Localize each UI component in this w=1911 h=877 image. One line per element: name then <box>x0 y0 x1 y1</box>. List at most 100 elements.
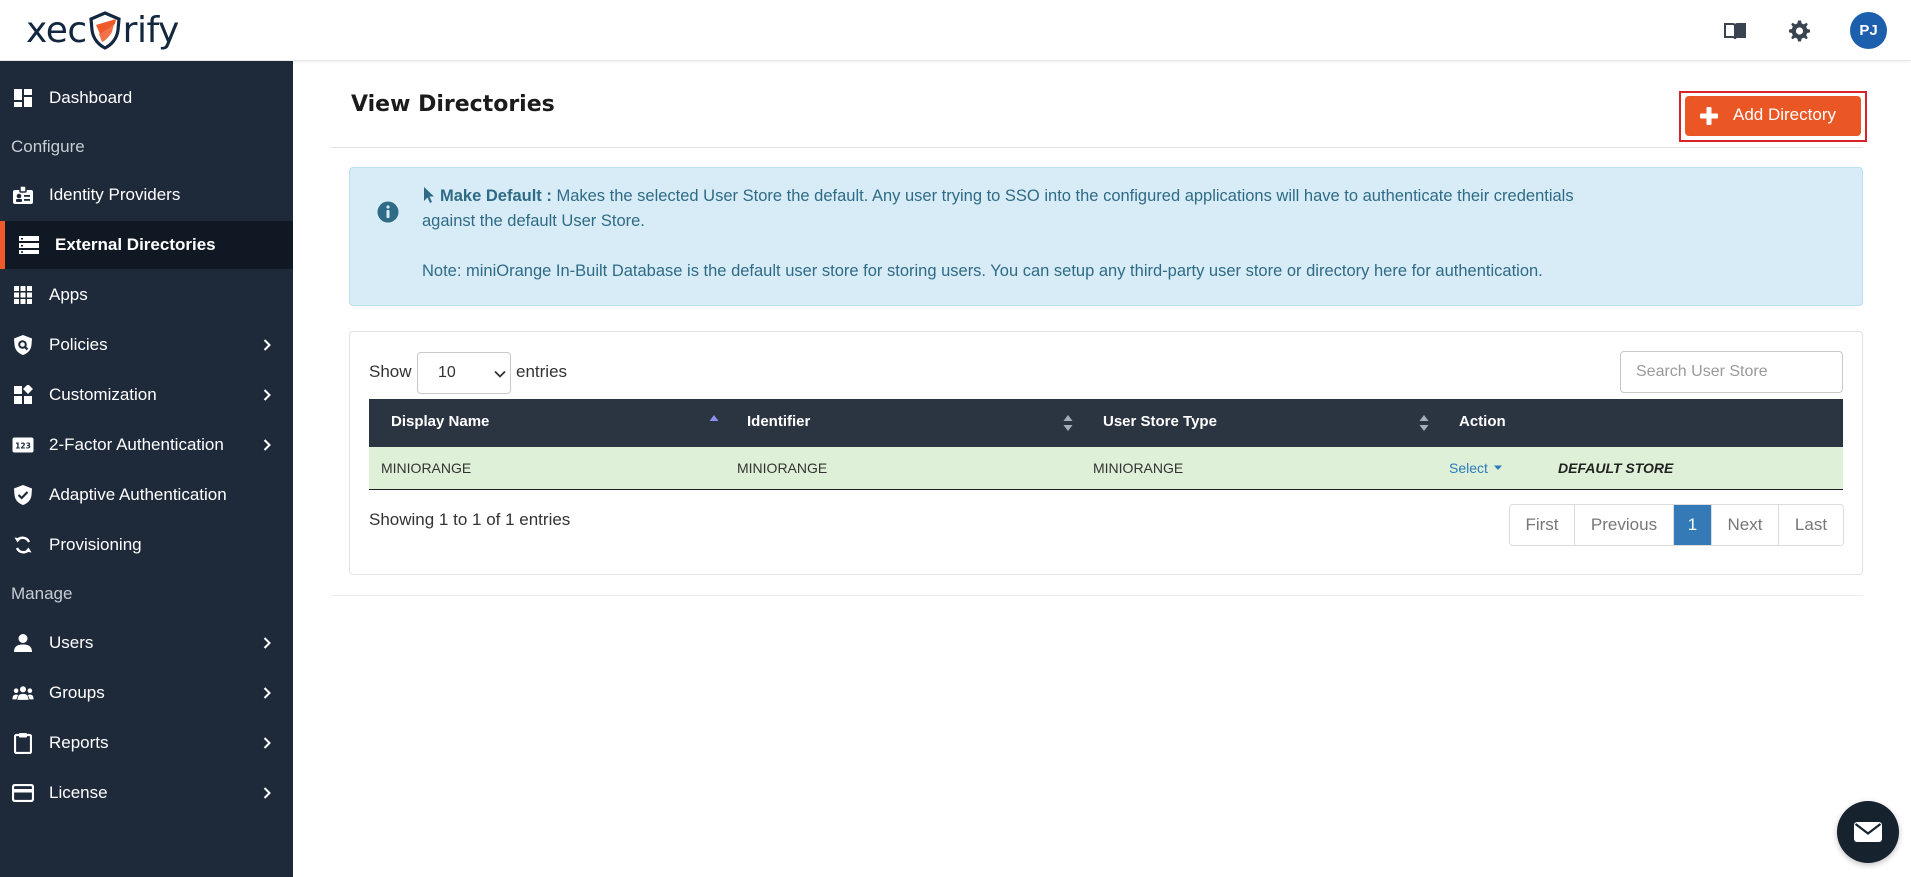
col-display-name[interactable]: Display Name <box>391 413 489 430</box>
sidebar-item-label: 2-Factor Authentication <box>49 435 224 454</box>
chevron-right-icon <box>263 389 271 401</box>
add-directory-label: Add Directory <box>1733 105 1836 124</box>
code-123-icon: 123 <box>12 434 34 456</box>
gear-icon[interactable] <box>1786 18 1812 44</box>
sidebar: Dashboard Configure Identity Providers E… <box>0 61 293 877</box>
sidebar-item-label: Reports <box>49 733 109 752</box>
sidebar-item-label: External Directories <box>55 235 216 254</box>
section-configure: Configure <box>11 137 85 156</box>
info-note: Note: miniOrange In-Built Database is th… <box>422 262 1543 280</box>
clipboard-icon <box>12 732 34 754</box>
sidebar-item-policies[interactable]: Policies <box>0 321 293 369</box>
col-user-store-type[interactable]: User Store Type <box>1103 413 1217 430</box>
sort-icon[interactable] <box>1418 413 1430 433</box>
server-icon <box>18 234 40 256</box>
chevron-right-icon <box>263 737 271 749</box>
chevron-right-icon <box>263 787 271 799</box>
pagination-page-1[interactable]: 1 <box>1674 505 1712 545</box>
col-identifier[interactable]: Identifier <box>747 413 810 430</box>
sidebar-item-2fa[interactable]: 123 2-Factor Authentication <box>0 421 293 469</box>
info-strong-text: Make Default : <box>440 187 552 205</box>
top-header: xec rify PJ <box>0 0 1911 61</box>
mail-icon <box>1854 822 1882 842</box>
sort-icon[interactable] <box>1062 413 1074 433</box>
entries-select[interactable]: 10 <box>417 352 511 394</box>
pagination-last[interactable]: Last <box>1779 505 1843 545</box>
user-icon <box>12 632 34 654</box>
sidebar-item-label: Groups <box>49 683 105 702</box>
grid-icon <box>12 284 34 306</box>
entries-value: 10 <box>438 364 456 381</box>
chevron-right-icon <box>263 687 271 699</box>
pagination-next[interactable]: Next <box>1712 505 1779 545</box>
sidebar-item-license[interactable]: License <box>0 769 293 817</box>
content-bottom-divider <box>331 595 1863 596</box>
sidebar-item-label: Users <box>49 633 94 652</box>
svg-text:123: 123 <box>15 442 31 451</box>
showing-entries-info: Showing 1 to 1 of 1 entries <box>369 510 571 529</box>
sort-asc-icon[interactable] <box>708 413 720 433</box>
info-alert: Make Default : Makes the selected User S… <box>349 167 1863 306</box>
sidebar-item-users[interactable]: Users <box>0 619 293 667</box>
sidebar-item-adaptive-authentication[interactable]: Adaptive Authentication <box>0 471 293 519</box>
sidebar-item-label: Dashboard <box>49 88 133 107</box>
sidebar-item-provisioning[interactable]: Provisioning <box>0 521 293 569</box>
pagination-previous[interactable]: Previous <box>1575 505 1674 545</box>
shield-search-icon <box>12 334 34 356</box>
cell-identifier: MINIORANGE <box>737 460 828 476</box>
blocks-icon <box>12 384 34 406</box>
sidebar-item-label: Adaptive Authentication <box>49 485 227 504</box>
id-card-icon <box>12 184 34 206</box>
shield-check-icon <box>12 484 34 506</box>
sidebar-item-label: License <box>49 783 108 802</box>
select-action-label: Select <box>1449 460 1488 476</box>
sidebar-item-reports[interactable]: Reports <box>0 719 293 767</box>
xecurify-logo[interactable]: xec rify <box>26 6 179 54</box>
plus-icon <box>1700 107 1718 125</box>
add-directory-button[interactable]: Add Directory <box>1685 96 1861 136</box>
info-icon <box>377 201 399 223</box>
select-action-dropdown[interactable]: Select <box>1449 460 1503 476</box>
search-user-store-input[interactable] <box>1620 351 1843 393</box>
page-title: View Directories <box>351 92 555 117</box>
sidebar-item-identity-providers[interactable]: Identity Providers <box>0 171 293 219</box>
section-manage: Manage <box>11 584 73 603</box>
logo-text-left: xec <box>26 9 87 51</box>
pagination: First Previous 1 Next Last <box>1509 504 1844 546</box>
support-chat-button[interactable] <box>1837 801 1899 863</box>
entries-label: entries <box>516 362 568 381</box>
table-row: MINIORANGE MINIORANGE MINIORANGE Select … <box>369 447 1843 490</box>
book-icon[interactable] <box>1722 18 1748 44</box>
chevron-right-icon <box>263 339 271 351</box>
info-line-2: against the default User Store. <box>422 212 645 230</box>
sidebar-item-customization[interactable]: Customization <box>0 371 293 419</box>
sync-icon <box>12 534 34 556</box>
dashboard-icon <box>12 87 34 109</box>
caret-down-icon <box>1493 465 1502 470</box>
logo-text-right: rify <box>122 9 180 51</box>
logo-shield-icon <box>88 11 121 50</box>
chevron-right-icon <box>263 637 271 649</box>
default-store-badge: DEFAULT STORE <box>1558 460 1674 476</box>
card-icon <box>12 782 34 804</box>
pagination-first[interactable]: First <box>1510 505 1575 545</box>
sidebar-item-label: Apps <box>49 285 88 304</box>
title-divider <box>331 147 1863 148</box>
show-label: Show <box>369 362 412 381</box>
col-action: Action <box>1459 413 1506 430</box>
sidebar-item-dashboard[interactable]: Dashboard <box>0 74 293 122</box>
cell-display-name: MINIORANGE <box>381 460 472 476</box>
user-avatar[interactable]: PJ <box>1850 12 1887 49</box>
sidebar-item-apps[interactable]: Apps <box>0 271 293 319</box>
cursor-pointer-icon <box>424 187 434 203</box>
cell-user-store-type: MINIORANGE <box>1093 460 1184 476</box>
chevron-right-icon <box>263 439 271 451</box>
table-header: Display Name Identifier User Store Type … <box>369 399 1843 447</box>
group-icon <box>12 682 34 704</box>
sidebar-item-label: Policies <box>49 335 108 354</box>
info-text-1: Makes the selected User Store the defaul… <box>551 187 1574 205</box>
sidebar-item-external-directories[interactable]: External Directories <box>0 221 293 269</box>
info-line-1: Make Default : Makes the selected User S… <box>422 186 1574 206</box>
chevron-down-icon <box>494 370 506 378</box>
sidebar-item-groups[interactable]: Groups <box>0 669 293 717</box>
